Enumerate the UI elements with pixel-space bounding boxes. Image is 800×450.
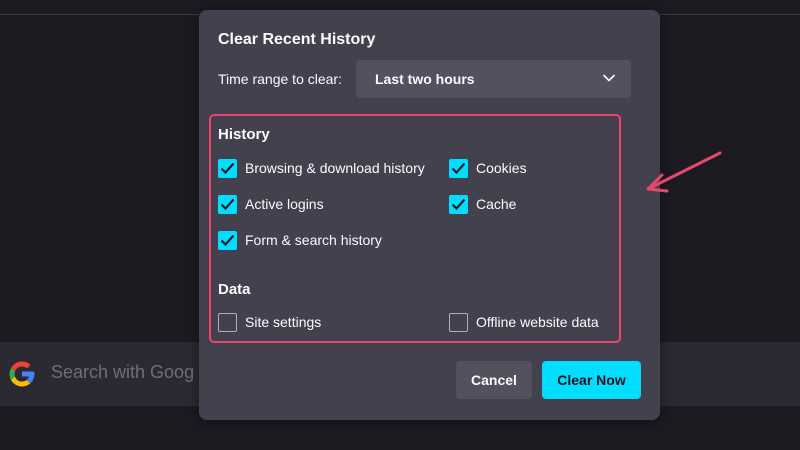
cancel-button[interactable]: Cancel — [456, 361, 532, 399]
checkbox-label: Cache — [476, 196, 517, 212]
annotation-arrow-icon — [646, 151, 722, 193]
checkbox-label: Cookies — [476, 160, 527, 176]
clear-now-button[interactable]: Clear Now — [542, 361, 641, 399]
time-range-select[interactable]: Last two hours — [356, 60, 631, 98]
checkbox-active-logins[interactable]: Active logins — [218, 194, 324, 214]
checkmark-icon — [220, 234, 235, 246]
checkbox[interactable] — [218, 158, 237, 178]
checkmark-icon — [220, 162, 235, 174]
checkbox[interactable] — [449, 312, 468, 332]
checkbox-label: Browsing & download history — [245, 160, 425, 176]
highlight-box — [209, 114, 621, 343]
checkbox-browsing-download-history[interactable]: Browsing & download history — [218, 158, 425, 178]
google-g-icon — [9, 361, 35, 387]
chevron-down-icon — [603, 74, 615, 82]
checkbox[interactable] — [218, 312, 237, 332]
checkbox-label: Offline website data — [476, 314, 599, 330]
checkmark-icon — [451, 198, 466, 210]
time-range-value: Last two hours — [375, 71, 475, 87]
history-heading: History — [218, 126, 270, 143]
checkbox-cache[interactable]: Cache — [449, 194, 516, 214]
checkbox[interactable] — [449, 158, 468, 178]
search-placeholder: Search with Goog — [51, 362, 195, 382]
clear-history-dialog: Clear Recent History Time range to clear… — [199, 10, 660, 420]
checkbox-cookies[interactable]: Cookies — [449, 158, 527, 178]
checkbox-form-search-history[interactable]: Form & search history — [218, 230, 382, 250]
checkbox-offline-website-data[interactable]: Offline website data — [449, 312, 599, 332]
data-heading: Data — [218, 281, 251, 298]
checkmark-icon — [451, 162, 466, 174]
checkbox-label: Form & search history — [245, 232, 382, 248]
dialog-title: Clear Recent History — [218, 31, 376, 48]
time-range-label: Time range to clear: — [218, 71, 342, 87]
checkmark-icon — [220, 198, 235, 210]
checkbox[interactable] — [449, 194, 468, 214]
checkbox-label: Active logins — [245, 196, 324, 212]
checkbox[interactable] — [218, 230, 237, 250]
checkbox-label: Site settings — [245, 314, 322, 330]
checkbox[interactable] — [218, 194, 237, 214]
checkbox-site-settings[interactable]: Site settings — [218, 312, 321, 332]
